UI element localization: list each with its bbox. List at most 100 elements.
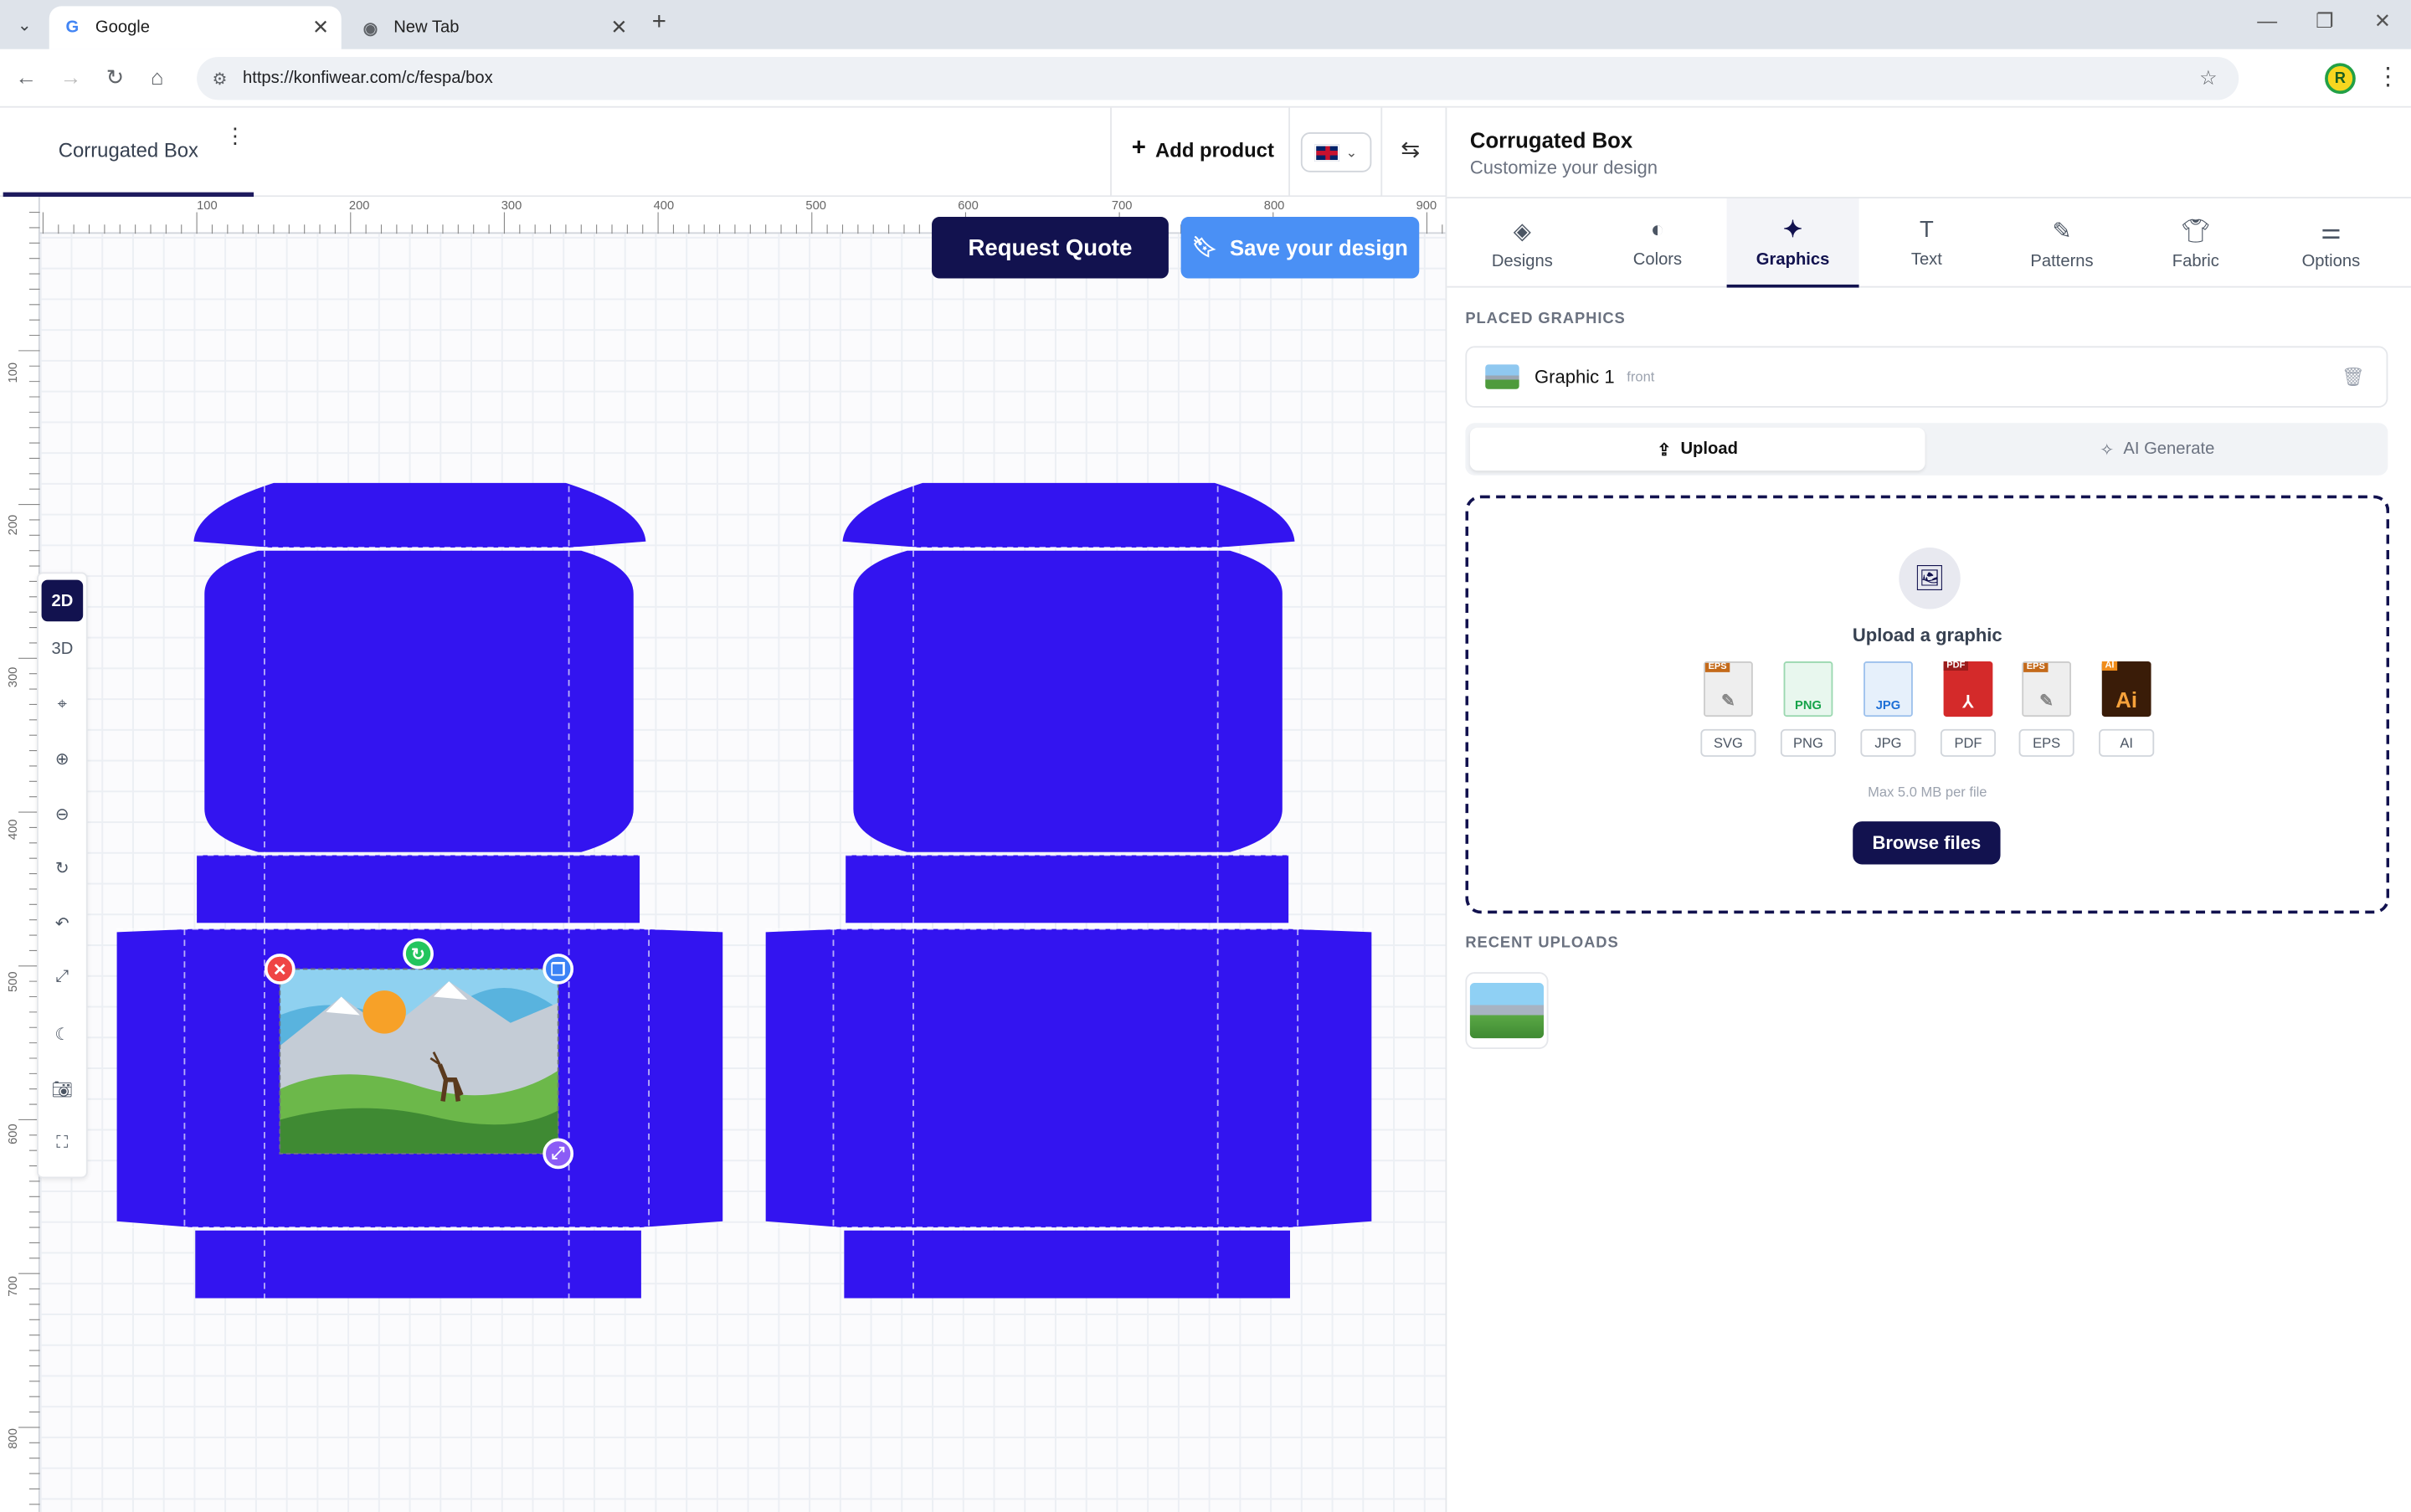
back-top-tuck-flap <box>842 482 1295 548</box>
upload-icon: ⇪ <box>1657 440 1672 460</box>
ai-generate-tab[interactable]: ✧ AI Generate <box>1931 428 2383 471</box>
ruler-label: 200 <box>348 198 370 213</box>
tab-graphics[interactable]: ✦ Graphics <box>1726 198 1859 288</box>
view-3d-button[interactable]: 3D <box>42 628 84 670</box>
browser-tab-google[interactable]: G Google ✕ <box>49 6 342 49</box>
upload-mode-switch: ⇪ Upload ✧ AI Generate <box>1465 423 2388 476</box>
close-tab-icon[interactable]: ✕ <box>610 15 627 39</box>
tab-label: Designs <box>1491 251 1553 270</box>
duplicate-handle-icon[interactable]: ❐ <box>542 954 574 985</box>
camera-icon[interactable]: 📷︎ <box>42 1069 84 1111</box>
trash-icon[interactable]: 🗑︎ <box>2342 366 2365 388</box>
google-favicon-icon: G <box>65 18 80 38</box>
product-tab[interactable]: Corrugated Box <box>3 108 254 198</box>
ruler-label: 300 <box>501 198 522 213</box>
zoom-in-icon[interactable]: ⊕ <box>42 738 84 780</box>
brush-icon: ✎ <box>2052 217 2072 244</box>
new-tab-icon[interactable]: + <box>652 9 666 37</box>
graphic-thumbnail <box>1485 364 1519 389</box>
swap-icon[interactable]: ⇆ <box>1401 136 1420 163</box>
ruler-label: 900 <box>1416 198 1437 213</box>
selection-box <box>279 968 559 1155</box>
front-bottom-flap <box>195 1230 641 1299</box>
tab-options[interactable]: ⚌ Options <box>2264 198 2397 288</box>
format-chip: PDF <box>1940 728 1997 757</box>
save-design-button[interactable]: 🔖︎ Save your design <box>1180 217 1420 279</box>
box-dieline-front[interactable] <box>105 461 735 1307</box>
view-2d-label: 2D <box>51 591 74 610</box>
ai-file-icon: AI Ai <box>2101 661 2151 717</box>
tab-label: Graphics <box>1756 249 1830 269</box>
fit-screen-icon[interactable]: ⛶ <box>42 1123 84 1165</box>
ruler-label: 400 <box>653 198 675 213</box>
dark-mode-icon[interactable]: ☾ <box>42 1014 84 1056</box>
jpg-file-icon: JPG <box>1864 661 1913 717</box>
tab-patterns[interactable]: ✎ Patterns <box>1996 198 2128 288</box>
tab-search-icon[interactable]: ⌄ <box>9 9 40 40</box>
placed-graphic-item[interactable]: Graphic 1 front 🗑︎ <box>1465 346 2388 408</box>
upload-dropzone[interactable]: 🖼︎ Upload a graphic EPS ✎ SVG PNG PNG JPG… <box>1465 495 2390 914</box>
format-chip: PNG <box>1780 728 1837 757</box>
view-toolbar: 2D 3D ⌖ ⊕ ⊖ ↻ ↶ ⤢ ☾ 📷︎ ⛶ <box>37 572 88 1179</box>
ruler-label: 700 <box>1111 198 1133 213</box>
panel-tabs: ◈ Designs ◐ Colors ✦ Graphics T Text ✎ Patter… <box>1447 197 2411 288</box>
url-text: https://konfiwear.com/c/fespa/box <box>242 69 493 88</box>
extension-icon[interactable]: R <box>2325 63 2356 95</box>
close-window-icon[interactable]: ✕ <box>2374 9 2391 33</box>
recent-upload-item[interactable] <box>1465 972 1549 1049</box>
close-tab-icon[interactable]: ✕ <box>312 15 329 39</box>
product-menu-icon[interactable]: ⋮ <box>224 123 246 149</box>
url-field[interactable]: ⚙ https://konfiwear.com/c/fespa/box ☆ <box>197 56 2239 100</box>
rotate-handle-icon[interactable]: ↻ <box>403 938 434 969</box>
customizer-panel: Corrugated Box Customize your design ◈ De… <box>1445 107 2411 1512</box>
request-quote-label: Request Quote <box>968 234 1133 261</box>
tab-title: New Tab <box>393 18 460 38</box>
bookmark-star-icon[interactable]: ☆ <box>2199 66 2217 90</box>
sparkles-icon: ✦ <box>1783 216 1803 243</box>
add-product-button[interactable]: + Add product <box>1132 136 1274 163</box>
tab-colors[interactable]: ◐ Colors <box>1591 198 1724 288</box>
box-dieline-back[interactable] <box>753 461 1384 1307</box>
ruler-label: 300 <box>6 666 20 688</box>
format-chip: SVG <box>1700 728 1756 757</box>
tab-fabric[interactable]: 👕︎ Fabric <box>2130 198 2262 288</box>
tab-text[interactable]: T Text <box>1860 198 1992 288</box>
back-icon[interactable]: ← <box>15 64 37 89</box>
ruler-label: 500 <box>6 971 20 992</box>
browser-tab-newtab[interactable]: ◉ New Tab ✕ <box>347 6 640 49</box>
ruler-label: 700 <box>6 1276 20 1297</box>
tab-designs[interactable]: ◈ Designs <box>1456 198 1588 288</box>
request-quote-button[interactable]: Request Quote <box>932 217 1169 279</box>
view-2d-button[interactable]: 2D <box>41 579 84 622</box>
format-eps: EPS ✎ EPS <box>2018 661 2074 757</box>
browser-menu-icon[interactable]: ⋮ <box>2376 61 2400 92</box>
language-select[interactable]: ⌄ <box>1300 131 1372 172</box>
site-info-icon[interactable]: ⚙ <box>212 69 227 89</box>
ruler-label: 100 <box>197 198 218 213</box>
format-ai: AI Ai AI <box>2099 661 2155 757</box>
reset-view-icon[interactable]: ↻ <box>42 847 84 889</box>
home-icon[interactable]: ⌂ <box>151 64 164 89</box>
tab-label: Patterns <box>2030 251 2094 270</box>
undo-icon[interactable]: ↶ <box>42 903 84 944</box>
ruler-label: 500 <box>805 198 826 213</box>
upload-tab[interactable]: ⇪ Upload <box>1469 427 1925 471</box>
forward-icon[interactable]: → <box>60 64 82 89</box>
ruler-label: 200 <box>6 514 20 536</box>
reload-icon[interactable]: ↻ <box>106 64 125 90</box>
delete-handle-icon[interactable]: ✕ <box>264 954 296 985</box>
restore-icon[interactable]: ❐ <box>2316 9 2333 33</box>
expand-icon[interactable]: ⤢ <box>42 957 84 999</box>
zoom-out-icon[interactable]: ⊖ <box>42 794 84 836</box>
resize-handle-icon[interactable]: ⤢ <box>542 1138 574 1170</box>
browse-files-button[interactable]: Browse files <box>1853 821 2001 865</box>
tab-label: Text <box>1910 250 1942 270</box>
back-base-panel <box>765 928 1372 1228</box>
minimize-icon[interactable]: — <box>2257 9 2277 33</box>
format-svg: EPS ✎ SVG <box>1700 661 1756 757</box>
format-png: PNG PNG <box>1780 661 1837 757</box>
sliders-icon: ⚌ <box>2321 217 2342 244</box>
pdf-file-icon: PDF ⅄ <box>1943 661 1993 717</box>
ruler-label: 600 <box>958 198 979 213</box>
focus-icon[interactable]: ⌖ <box>42 685 84 727</box>
